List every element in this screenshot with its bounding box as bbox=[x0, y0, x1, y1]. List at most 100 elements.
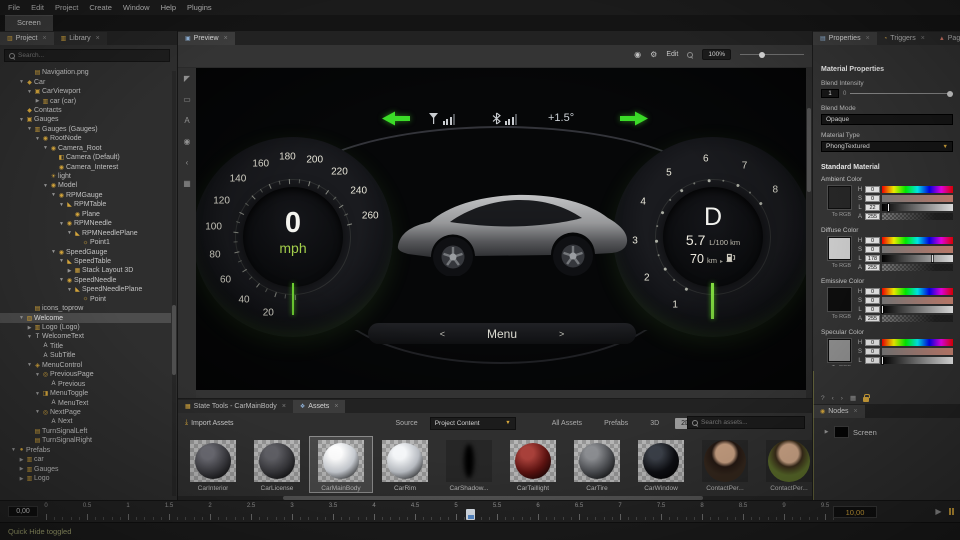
close-icon[interactable]: × bbox=[224, 35, 228, 42]
tree-item-welcome[interactable]: ▼ ▧ Welcome bbox=[0, 313, 171, 323]
channel-value[interactable]: 0 bbox=[865, 339, 880, 346]
expander-icon[interactable]: ▼ bbox=[42, 145, 49, 151]
tree-item-car[interactable]: ▶ ▥ car bbox=[0, 455, 171, 464]
asset-cartire[interactable]: CarTire bbox=[566, 437, 628, 492]
channel-slider[interactable] bbox=[881, 305, 953, 314]
tree-item-welcometext[interactable]: ▼ T WelcomeText bbox=[0, 332, 171, 341]
expander-icon[interactable]: ▼ bbox=[58, 277, 65, 283]
expander-icon[interactable]: ▼ bbox=[58, 221, 65, 227]
source-dropdown[interactable]: Project Content ▼ bbox=[429, 416, 516, 430]
channel-slider[interactable] bbox=[882, 297, 953, 304]
channel-value[interactable]: 0 bbox=[865, 297, 880, 304]
expander-icon[interactable]: ▼ bbox=[66, 230, 73, 236]
close-icon[interactable]: × bbox=[334, 403, 338, 410]
timeline[interactable]: 0,00 0 0.5 1 1.5 2 2.5 3 3.5 4 4.5 5 5.5 6 6.5 7 7.5 8 8.… bbox=[0, 500, 960, 522]
tree-item-menutoggle[interactable]: ▼ ◨ MenuToggle bbox=[0, 389, 171, 398]
filter-all-assets[interactable]: All Assets bbox=[546, 418, 588, 429]
edit-button[interactable]: Edit bbox=[666, 51, 678, 58]
tree-item-speedneedleplane[interactable]: ▼ ◣ SpeedNeedlePlane bbox=[0, 285, 171, 294]
tree-item-stack-layout-3d[interactable]: ▶ ▦ Stack Layout 3D bbox=[0, 266, 171, 275]
tree-item-carviewport[interactable]: ▼ ▣ CarViewport bbox=[0, 87, 171, 96]
channel-value[interactable]: 255 bbox=[865, 213, 880, 220]
color-swatch[interactable] bbox=[827, 236, 852, 261]
tree-item-gauges[interactable]: ▼ ▣ Gauges bbox=[0, 115, 171, 124]
expander-icon[interactable]: ▼ bbox=[34, 409, 41, 415]
tab-nodes[interactable]: ◉ Nodes × bbox=[813, 405, 865, 418]
blend-mode-select[interactable]: Opaque bbox=[821, 114, 953, 125]
text-tool-icon[interactable]: A bbox=[184, 116, 189, 125]
channel-value[interactable]: 0 bbox=[865, 306, 880, 313]
tree-item-speedgauge[interactable]: ▼ ◉ SpeedGauge bbox=[0, 247, 171, 256]
tree-item-point1[interactable]: ☼ Point1 bbox=[0, 238, 171, 247]
channel-value[interactable]: 0 bbox=[865, 288, 880, 295]
channel-slider[interactable] bbox=[881, 356, 953, 365]
channel-value[interactable]: 0 bbox=[865, 357, 880, 364]
timeline-end-time[interactable]: 10,00 bbox=[833, 506, 877, 518]
channel-value[interactable]: 255 bbox=[865, 315, 880, 322]
select-tool-icon[interactable]: ◤ bbox=[184, 74, 190, 83]
tree-item-menutext[interactable]: A MenuText bbox=[0, 398, 171, 407]
tree-item-turnsignalleft[interactable]: ▤ TurnSignalLeft bbox=[0, 427, 171, 436]
tree-item-subtitle[interactable]: A SubTitle bbox=[0, 351, 171, 360]
tree-item-rpmtable[interactable]: ▼ ◣ RPMTable bbox=[0, 200, 171, 209]
timeline-ruler[interactable]: 0 0.5 1 1.5 2 2.5 3 3.5 4 4.5 5 5.5 6 6.5 7 7.5 8 8.5 9 9.5 bbox=[44, 501, 836, 523]
tree-item-speedneedle[interactable]: ▼ ◉ SpeedNeedle bbox=[0, 276, 171, 285]
channel-value[interactable]: 0 bbox=[865, 246, 880, 253]
expander-icon[interactable]: ▶ bbox=[26, 325, 33, 331]
tree-item-speedtable[interactable]: ▼ ◣ SpeedTable bbox=[0, 257, 171, 266]
gear-icon[interactable]: ⚙ bbox=[650, 50, 657, 59]
search-input[interactable] bbox=[18, 52, 158, 59]
expander-icon[interactable]: ▶ bbox=[66, 268, 73, 274]
tree-item-previous[interactable]: A Previous bbox=[0, 379, 171, 388]
import-assets-button[interactable]: ⤓ Import Assets bbox=[185, 419, 234, 427]
channel-value[interactable]: 255 bbox=[865, 264, 880, 271]
timeline-current-time[interactable]: 0,00 bbox=[8, 506, 38, 517]
blend-intensity-value[interactable]: 1 bbox=[821, 89, 839, 98]
tree-item-camera-root[interactable]: ▼ ◉ Camera_Root bbox=[0, 144, 171, 153]
asset-carlicense[interactable]: CarLicense bbox=[246, 437, 308, 492]
asset-carmainbody[interactable]: CarMainBody bbox=[309, 436, 373, 493]
document-icon[interactable] bbox=[466, 509, 475, 520]
tree-item-point[interactable]: ☼ Point bbox=[0, 295, 171, 304]
close-icon[interactable]: × bbox=[282, 403, 286, 410]
expander-icon[interactable]: ▶ bbox=[18, 466, 25, 472]
tab-project[interactable]: ▥ Project × bbox=[0, 32, 54, 45]
expander-icon[interactable]: ▼ bbox=[42, 183, 49, 189]
channel-slider[interactable] bbox=[882, 264, 953, 271]
blend-intensity-slider[interactable] bbox=[850, 90, 953, 97]
expander-icon[interactable]: ▼ bbox=[66, 287, 73, 293]
tree-item-rpmgauge[interactable]: ▼ ◉ RPMGauge bbox=[0, 191, 171, 200]
expander-icon[interactable]: ▼ bbox=[18, 117, 25, 123]
tree-item-menucontrol[interactable]: ▼ ◈ MenuControl bbox=[0, 361, 171, 370]
project-search[interactable] bbox=[4, 49, 170, 62]
asset-carshadow[interactable]: CarShadow... bbox=[438, 437, 500, 492]
to-rgb-button[interactable]: To RGB bbox=[832, 365, 851, 366]
lock-icon[interactable] bbox=[863, 394, 871, 402]
channel-value[interactable]: 178 bbox=[865, 255, 880, 262]
prev-icon[interactable]: ‹ bbox=[832, 395, 834, 402]
expander-icon[interactable]: ▶ bbox=[823, 429, 830, 435]
tree-item-title[interactable]: A Title bbox=[0, 342, 171, 351]
tree-item-prefabs[interactable]: ▼ ● Prefabs bbox=[0, 446, 171, 455]
to-rgb-button[interactable]: To RGB bbox=[832, 212, 851, 218]
tree-item-next[interactable]: A Next bbox=[0, 417, 171, 426]
channel-slider[interactable] bbox=[882, 195, 953, 202]
asset-cartaillight[interactable]: CarTaillight bbox=[502, 437, 564, 492]
tree-scrollbar[interactable] bbox=[172, 71, 176, 496]
asset-carinterior[interactable]: CarInterior bbox=[182, 437, 244, 492]
expander-icon[interactable]: ▼ bbox=[34, 372, 41, 378]
expander-icon[interactable]: ▼ bbox=[50, 249, 57, 255]
material-type-select[interactable]: PhongTextured ▼ bbox=[821, 141, 953, 152]
filter-3d[interactable]: 3D bbox=[644, 418, 665, 429]
channel-value[interactable]: 0 bbox=[865, 195, 880, 202]
asset-contactper[interactable]: ContactPer... bbox=[694, 437, 756, 492]
expander-icon[interactable]: ▼ bbox=[34, 391, 41, 397]
tab-preview[interactable]: ▣ Preview × bbox=[178, 32, 235, 45]
channel-slider[interactable] bbox=[882, 254, 953, 263]
tree-item-rpmneedleplane[interactable]: ▼ ◣ RPMNeedlePlane bbox=[0, 228, 171, 237]
menu-project[interactable]: Project bbox=[55, 3, 78, 12]
channel-slider[interactable] bbox=[882, 288, 953, 295]
asset-contactper[interactable]: ContactPer... bbox=[758, 437, 820, 492]
channel-value[interactable]: 0 bbox=[865, 186, 880, 193]
close-icon[interactable]: × bbox=[921, 35, 925, 42]
